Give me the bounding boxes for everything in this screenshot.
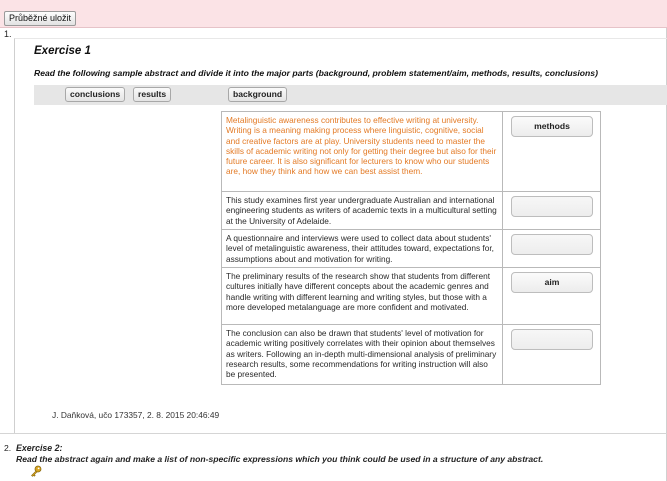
chip-conclusions[interactable]: conclusions <box>65 87 126 102</box>
table-row: This study examines first year undergrad… <box>222 192 600 230</box>
abstract-segment-text: The preliminary results of the research … <box>222 268 503 324</box>
answer-bank <box>34 85 667 105</box>
abstract-segment-text: Metalinguistic awareness contributes to … <box>222 112 503 191</box>
drop-slot[interactable] <box>511 234 593 255</box>
table-row: A questionnaire and interviews were used… <box>222 230 600 268</box>
chip-results[interactable]: results <box>133 87 172 102</box>
chip-background[interactable]: background <box>228 87 288 102</box>
abstract-segment-text: This study examines first year undergrad… <box>222 192 503 229</box>
drop-slot[interactable]: methods <box>511 116 593 137</box>
drop-slot[interactable] <box>511 329 593 350</box>
table-row: Metalinguistic awareness contributes to … <box>222 112 600 192</box>
question-number: 1. <box>4 29 12 39</box>
drop-slot[interactable] <box>511 196 593 217</box>
table-row: The conclusion can also be drawn that st… <box>222 325 600 384</box>
key-icon[interactable] <box>30 465 42 477</box>
exercise-title: Exercise 1 <box>34 45 91 57</box>
question-number: 2. <box>4 443 12 453</box>
question-divider <box>0 433 667 434</box>
matching-table: Metalinguistic awareness contributes to … <box>221 111 601 385</box>
save-progress-button[interactable]: Průběžné uložit <box>4 11 77 26</box>
submission-info: J. Daňková, učo 173357, 2. 8. 2015 20:46… <box>52 410 220 420</box>
abstract-segment-text: The conclusion can also be drawn that st… <box>222 325 503 384</box>
drop-slot[interactable]: aim <box>511 272 593 293</box>
exercise-title: Exercise 2: <box>16 443 63 453</box>
exercise-instruction: Read the abstract again and make a list … <box>16 454 544 464</box>
top-toolbar: Průběžné uložit <box>0 0 667 28</box>
abstract-segment-text: A questionnaire and interviews were used… <box>222 230 503 267</box>
table-row: The preliminary results of the research … <box>222 268 600 325</box>
exercise-instruction: Read the following sample abstract and d… <box>34 68 598 78</box>
